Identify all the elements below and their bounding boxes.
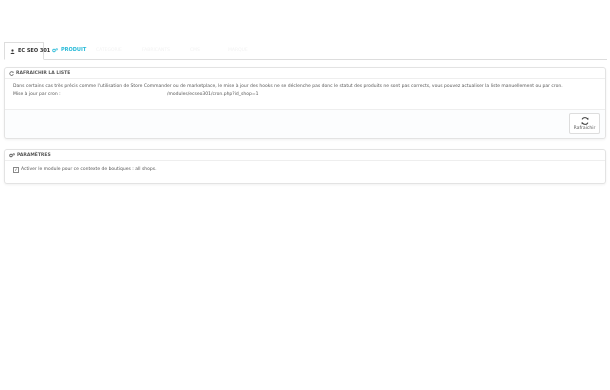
panel-heading: RAFRAICHIR LA LISTE [5,68,605,79]
tab-label: CMS [190,47,200,53]
user-icon [10,48,15,54]
panel-body: Dans certains cas très précis comme l'ut… [5,79,605,99]
refresh-icon [9,70,14,76]
activate-module-row: ✓ Activer le module pour ce contexte de … [13,166,597,174]
panel-heading: PARAMÈTRES [5,150,605,161]
panel-title: RAFRAICHIR LA LISTE [16,70,71,76]
tab-marque[interactable]: MARQUE [223,42,259,58]
cogs-icon [9,152,15,158]
tab-cms[interactable]: CMS [185,42,215,58]
tab-categorie[interactable]: CATEGORIE [91,42,129,58]
refresh-list-panel: RAFRAICHIR LA LISTE Dans certains cas tr… [4,67,606,139]
tab-produit[interactable]: PRODUIT [47,42,87,58]
refresh-icon [580,116,590,126]
tab-label: MARQUE [228,47,248,53]
tab-label: CATEGORIE [96,47,122,53]
tab-ec-seo-301[interactable]: EC SEO 301 [4,42,50,60]
tab-fabricants[interactable]: FABRICANTS [137,42,177,58]
parameters-panel: PARAMÈTRES ✓ Activer le module pour ce c… [4,149,606,184]
refresh-description: Dans certains cas très précis comme l'ut… [13,84,563,89]
cogs-icon [52,47,58,53]
tab-label: FABRICANTS [142,47,170,53]
panel-body: ✓ Activer le module pour ce contexte de … [5,161,605,174]
tab-label: EC SEO 301 [18,48,51,54]
cron-label: Mise à jour par cron : [13,92,61,97]
panel-footer: Rafraichir [5,109,605,138]
activate-module-label: Activer le module pour ce contexte de bo… [21,167,157,172]
activate-module-checkbox[interactable]: ✓ [13,167,19,173]
refresh-button-label: Rafraichir [573,126,596,131]
tab-label: PRODUIT [61,47,87,53]
tab-bar: EC SEO 301 PRODUIT CATEGORIE FABRICANTS … [4,42,607,60]
cron-url: /modules/ecseo301/cron.php?id_shop=1 [167,92,259,97]
panel-title: PARAMÈTRES [17,152,51,158]
refresh-button[interactable]: Rafraichir [569,113,600,134]
cron-row: Mise à jour par cron : /modules/ecseo301… [13,91,597,99]
